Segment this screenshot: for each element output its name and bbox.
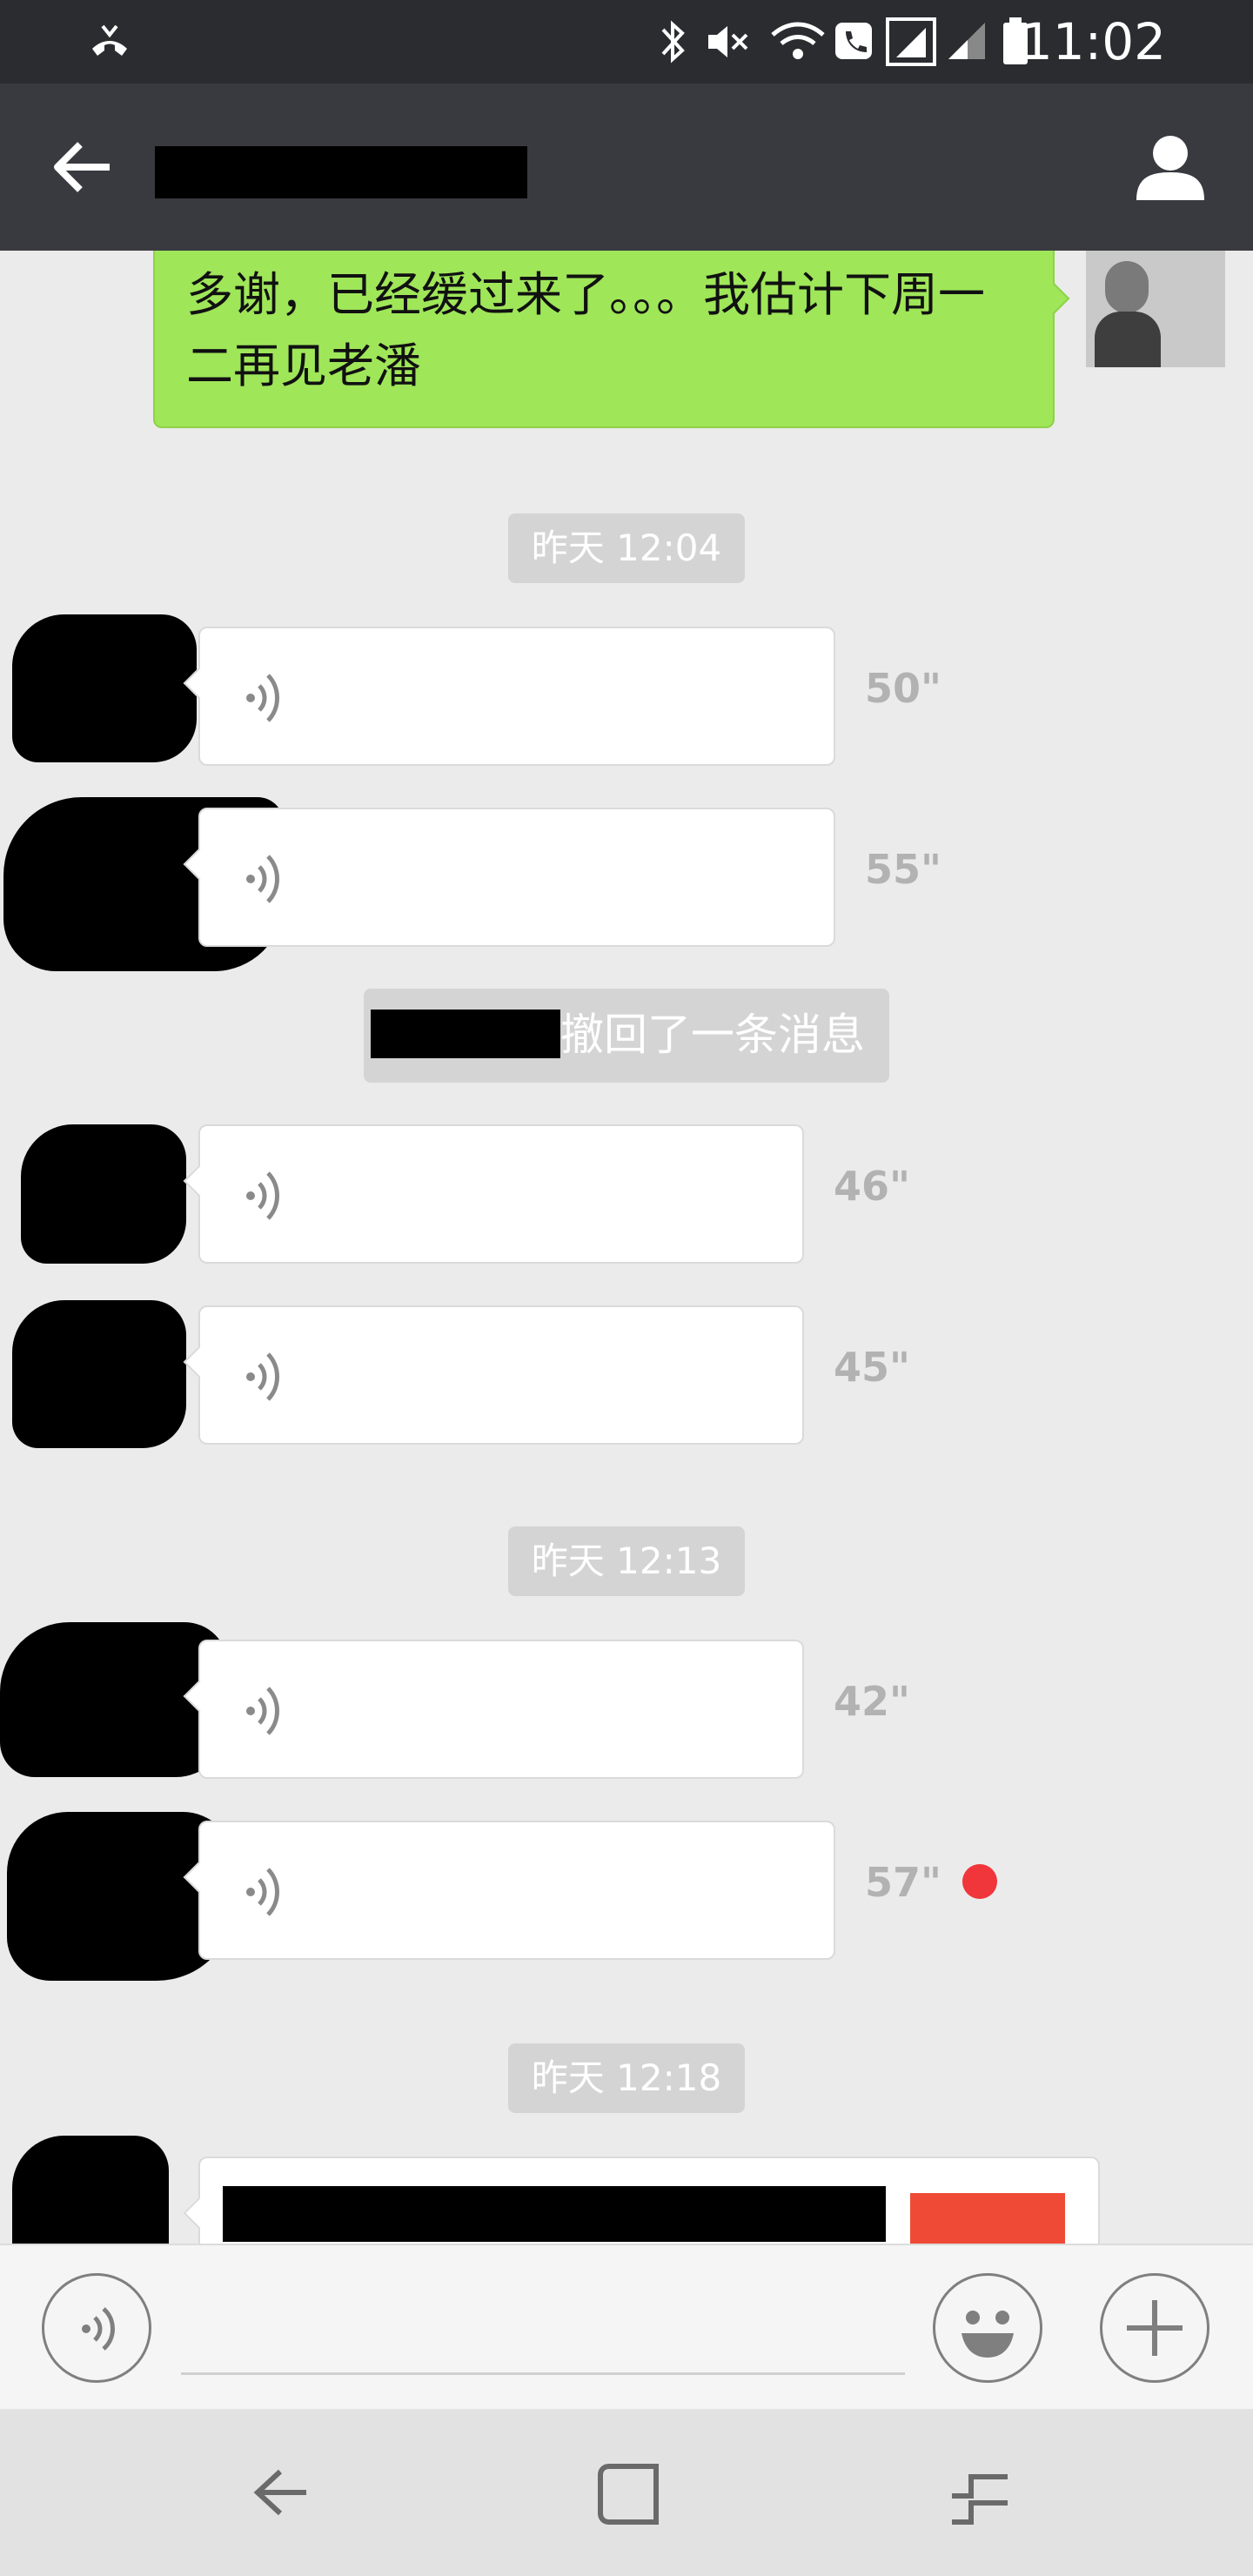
voice-wave-icon xyxy=(246,674,279,722)
nav-back-icon[interactable] xyxy=(245,2461,315,2531)
voice-duration: 45" xyxy=(834,1344,910,1391)
contact-profile-icon[interactable] xyxy=(1131,132,1209,202)
unread-dot xyxy=(962,1864,997,1899)
plus-icon xyxy=(1127,2300,1183,2356)
voice-duration: 57" xyxy=(865,1859,941,1906)
voice-message-bubble[interactable] xyxy=(198,1305,804,1445)
signal-strength-icon xyxy=(886,17,936,66)
more-functions-button[interactable] xyxy=(1100,2273,1209,2383)
timestamp: 昨天 12:04 xyxy=(508,513,745,583)
voice-wave-icon xyxy=(246,1687,279,1735)
voice-wave-icon xyxy=(246,1352,279,1401)
chat-title-bar xyxy=(0,84,1253,251)
voice-wave-icon xyxy=(246,1868,279,1916)
call-in-progress-icon xyxy=(92,24,127,56)
timestamp: 昨天 12:18 xyxy=(508,2043,745,2113)
redacted-link-title xyxy=(223,2186,886,2242)
emoji-button[interactable] xyxy=(933,2273,1042,2383)
voice-message-bubble[interactable] xyxy=(198,627,835,766)
mute-vibrate-icon xyxy=(708,26,748,57)
voice-duration: 55" xyxy=(865,846,941,893)
voice-message-bubble[interactable] xyxy=(198,1821,835,1960)
smiley-face-icon xyxy=(962,2311,1014,2358)
bluetooth-icon xyxy=(661,20,685,64)
link-card-bubble[interactable] xyxy=(198,2157,1100,2244)
timestamp: 昨天 12:13 xyxy=(508,1526,745,1596)
voice-wave-icon xyxy=(246,1171,279,1220)
message-text-input[interactable] xyxy=(181,2277,905,2375)
status-bar: 11:02 xyxy=(0,0,1253,84)
signal-strength-secondary-icon xyxy=(948,23,985,59)
redacted-recaller-name xyxy=(371,1010,560,1058)
redacted-contact-name xyxy=(155,146,527,198)
voice-message-bubble[interactable] xyxy=(198,1640,804,1779)
sender-avatar-redacted[interactable] xyxy=(12,614,197,762)
recall-notice: 撤回了一条消息 xyxy=(364,989,889,1083)
chat-input-bar xyxy=(0,2244,1253,2409)
voice-duration: 50" xyxy=(865,665,941,712)
message-list[interactable]: 多谢，已经缓过来了。。。我估计下周一二再见老潘 昨天 12:04 50" 55"… xyxy=(0,251,1253,2244)
status-time: 11:02 xyxy=(1020,12,1166,71)
sender-avatar-redacted[interactable] xyxy=(12,1300,186,1448)
sender-avatar-redacted[interactable] xyxy=(12,2136,169,2244)
nav-home-icon[interactable] xyxy=(593,2459,663,2529)
sender-avatar-redacted[interactable] xyxy=(21,1124,186,1264)
voice-duration: 42" xyxy=(834,1678,910,1725)
voice-message-bubble[interactable] xyxy=(198,1124,804,1264)
voice-message-bubble[interactable] xyxy=(198,808,835,947)
back-arrow-icon[interactable] xyxy=(49,136,118,198)
system-navigation-bar xyxy=(0,2409,1253,2576)
my-avatar[interactable] xyxy=(1086,251,1225,367)
voice-input-button[interactable] xyxy=(42,2273,151,2383)
recall-notice-text: 撤回了一条消息 xyxy=(560,1010,865,1060)
outgoing-message-text: 多谢，已经缓过来了。。。我估计下周一二再见老潘 xyxy=(186,267,985,393)
voice-duration: 46" xyxy=(834,1163,910,1210)
voice-mode-icon xyxy=(82,2307,115,2351)
voice-wave-icon xyxy=(246,855,279,903)
outgoing-text-bubble[interactable]: 多谢，已经缓过来了。。。我估计下周一二再见老潘 xyxy=(153,251,1055,428)
link-thumbnail xyxy=(910,2193,1065,2244)
wifi-icon xyxy=(771,22,825,59)
nav-recents-icon[interactable] xyxy=(945,2459,1015,2529)
wifi-call-icon xyxy=(835,23,872,59)
